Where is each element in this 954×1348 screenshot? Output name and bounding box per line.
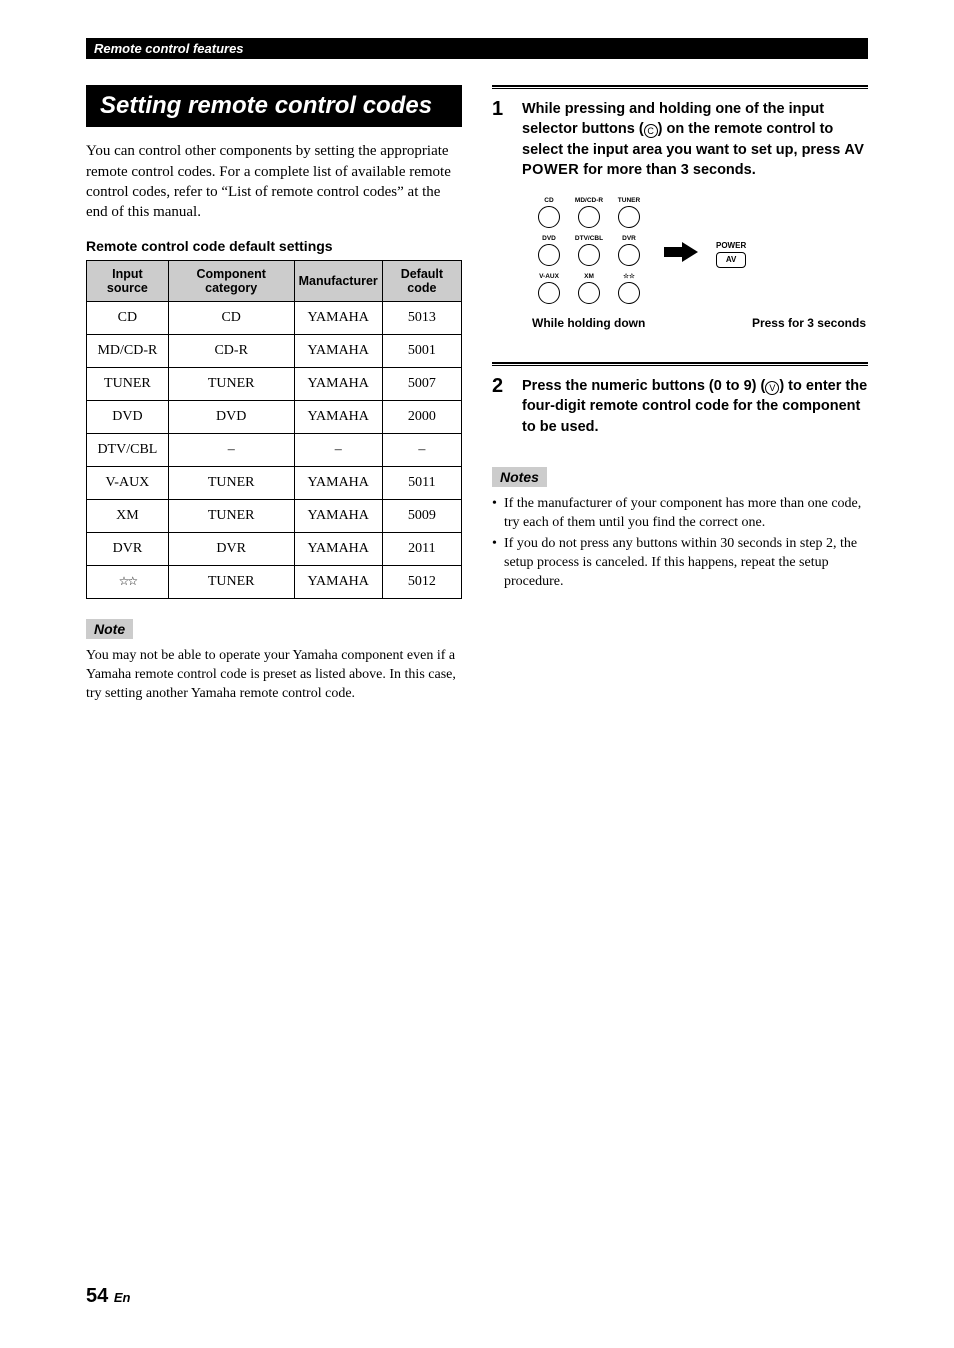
- header-breadcrumb: Remote control features: [86, 38, 868, 59]
- right-column: 1 While pressing and holding one of the …: [492, 85, 868, 704]
- th-default-code: Default code: [382, 261, 461, 302]
- input-selector-grid: CD MD/CD-R TUNER DVD DTV/CBL DVR V-AUX X…: [532, 198, 646, 310]
- selector-button-icon: [618, 206, 640, 228]
- note-item: If the manufacturer of your component ha…: [492, 495, 868, 533]
- note-text: You may not be able to operate your Yama…: [86, 647, 462, 704]
- intro-paragraph: You can control other components by sett…: [86, 141, 462, 222]
- default-codes-table: Input source Component category Manufact…: [86, 260, 462, 599]
- note-item: If you do not press any buttons within 3…: [492, 535, 868, 592]
- selector-xm: XM: [572, 274, 606, 310]
- selector-star: ☆☆: [612, 274, 646, 310]
- diagram-captions: While holding down Press for 3 seconds: [522, 316, 868, 330]
- table-row: DVDDVDYAMAHA2000: [87, 401, 462, 434]
- table-caption: Remote control code default settings: [86, 238, 462, 254]
- divider-icon: [492, 85, 868, 89]
- caption-hold: While holding down: [532, 316, 645, 330]
- selector-button-icon: [578, 206, 600, 228]
- notes-label: Notes: [492, 467, 547, 487]
- selector-mdcdr: MD/CD-R: [572, 198, 606, 234]
- main-columns: Setting remote control codes You can con…: [86, 85, 868, 704]
- arrow-right-icon: [664, 238, 698, 270]
- note-label: Note: [86, 619, 133, 639]
- table-row: DVRDVRYAMAHA2011: [87, 533, 462, 566]
- step-2: 2 Press the numeric buttons (0 to 9) (V)…: [492, 376, 868, 437]
- table-row: DTV/CBL–––: [87, 434, 462, 467]
- page-number: 54 En: [86, 1285, 130, 1308]
- section-title: Setting remote control codes: [86, 85, 462, 127]
- th-input-source: Input source: [87, 261, 169, 302]
- selector-button-icon: [618, 282, 640, 304]
- step-1: 1 While pressing and holding one of the …: [492, 99, 868, 352]
- selector-tuner: TUNER: [612, 198, 646, 234]
- selector-vaux: V-AUX: [532, 274, 566, 310]
- notes-list: If the manufacturer of your component ha…: [492, 495, 868, 591]
- table-row: ☆☆TUNERYAMAHA5012: [87, 566, 462, 599]
- selector-button-icon: [618, 244, 640, 266]
- caption-press3s: Press for 3 seconds: [752, 316, 866, 330]
- table-row: MD/CD-RCD-RYAMAHA5001: [87, 335, 462, 368]
- step-text: Press the numeric buttons (0 to 9) (V) t…: [522, 376, 868, 437]
- selector-button-icon: [578, 282, 600, 304]
- step-body: While pressing and holding one of the in…: [522, 99, 868, 352]
- selector-button-icon: [538, 244, 560, 266]
- selector-button-icon: [578, 244, 600, 266]
- table-header-row: Input source Component category Manufact…: [87, 261, 462, 302]
- step1-diagram: CD MD/CD-R TUNER DVD DTV/CBL DVR V-AUX X…: [532, 198, 868, 310]
- circled-v-icon: V: [765, 381, 779, 395]
- step-number: 2: [492, 376, 508, 437]
- table-row: XMTUNERYAMAHA5009: [87, 500, 462, 533]
- table-row: CDCDYAMAHA5013: [87, 302, 462, 335]
- divider-icon: [492, 362, 868, 366]
- selector-dvd: DVD: [532, 236, 566, 272]
- th-component-cat: Component category: [168, 261, 294, 302]
- selector-button-icon: [538, 282, 560, 304]
- th-manufacturer: Manufacturer: [294, 261, 382, 302]
- selector-dtvcbl: DTV/CBL: [572, 236, 606, 272]
- av-button-icon: AV: [716, 252, 746, 268]
- selector-button-icon: [538, 206, 560, 228]
- star-source-icon: ☆☆: [119, 574, 137, 588]
- table-row: TUNERTUNERYAMAHA5007: [87, 368, 462, 401]
- step-body: Press the numeric buttons (0 to 9) (V) t…: [522, 376, 868, 437]
- selector-cd: CD: [532, 198, 566, 234]
- left-column: Setting remote control codes You can con…: [86, 85, 462, 704]
- step-text: While pressing and holding one of the in…: [522, 99, 868, 180]
- circled-c-icon: C: [644, 124, 658, 138]
- av-power-button-diagram: POWER AV: [716, 241, 746, 268]
- table-row: V-AUXTUNERYAMAHA5011: [87, 467, 462, 500]
- step-number: 1: [492, 99, 508, 352]
- selector-dvr: DVR: [612, 236, 646, 272]
